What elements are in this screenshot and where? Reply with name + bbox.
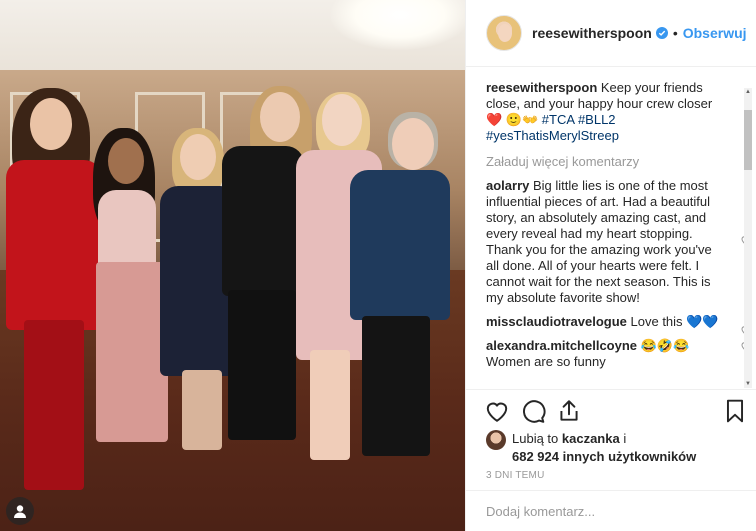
comment-item: aolarry Big little lies is one of the mo… [486, 178, 746, 306]
follow-button[interactable]: Obserwuj [683, 25, 747, 41]
post-side-panel: reesewitherspoon • Obserwuj reesewithers… [465, 0, 756, 531]
comment-text: Big little lies is one of the most influ… [486, 178, 712, 305]
comments-scrollbar[interactable]: ▲ ▼ [744, 88, 752, 388]
comment-username[interactable]: alexandra.mitchellcoyne [486, 338, 637, 353]
post-actions-bar [466, 389, 756, 433]
likes-conjunction: i [623, 431, 627, 446]
comment-item: missclaudiotravelogue Love this 💙💙 [486, 314, 746, 336]
comments-list: reesewitherspoon Keep your friends close… [466, 68, 746, 388]
caption-username[interactable]: reesewitherspoon [486, 80, 597, 95]
comment-username[interactable]: missclaudiotravelogue [486, 314, 627, 329]
verified-badge-icon [655, 27, 668, 39]
likes-text: Lubią to kaczanka i 682 924 innych użytk… [512, 430, 696, 466]
hashtag-link[interactable]: #yesThatisMerylStreep [486, 128, 619, 143]
post-timestamp[interactable]: 3 DNI TEMU [486, 470, 545, 481]
liker-avatar[interactable] [486, 430, 506, 450]
comment-text: Love this 💙💙 [630, 314, 719, 329]
author-username[interactable]: reesewitherspoon [532, 25, 652, 41]
separator-dot: • [672, 25, 678, 41]
comment-input[interactable] [486, 504, 736, 519]
scroll-up-icon[interactable]: ▲ [744, 88, 752, 96]
heart-icon[interactable] [484, 398, 510, 424]
liker-username[interactable]: kaczanka [562, 431, 620, 446]
comment-item: alexandra.mitchellcoyne 😂🤣😂 Women are so… [486, 338, 746, 370]
scrollbar-thumb[interactable] [744, 110, 752, 170]
load-more-comments-button[interactable]: Załaduj więcej komentarzy [486, 154, 746, 170]
add-comment-bar [466, 490, 756, 531]
post-caption: reesewitherspoon Keep your friends close… [486, 80, 722, 144]
avatar[interactable] [486, 15, 522, 51]
share-icon[interactable] [556, 398, 582, 424]
comment-username[interactable]: aolarry [486, 178, 529, 193]
hashtag-link[interactable]: #TCA [542, 112, 575, 127]
bookmark-icon[interactable] [722, 398, 748, 424]
post-header: reesewitherspoon • Obserwuj [466, 0, 756, 67]
likes-count-link[interactable]: 682 924 innych użytkowników [512, 449, 696, 464]
post-photo[interactable] [0, 0, 465, 531]
user-tag-icon[interactable] [6, 497, 34, 525]
likes-summary: Lubią to kaczanka i 682 924 innych użytk… [486, 430, 746, 466]
scroll-down-icon[interactable]: ▼ [744, 380, 752, 388]
hashtag-link[interactable]: #BLL2 [578, 112, 616, 127]
comment-icon[interactable] [520, 398, 546, 424]
likes-prefix: Lubią to [512, 431, 559, 446]
